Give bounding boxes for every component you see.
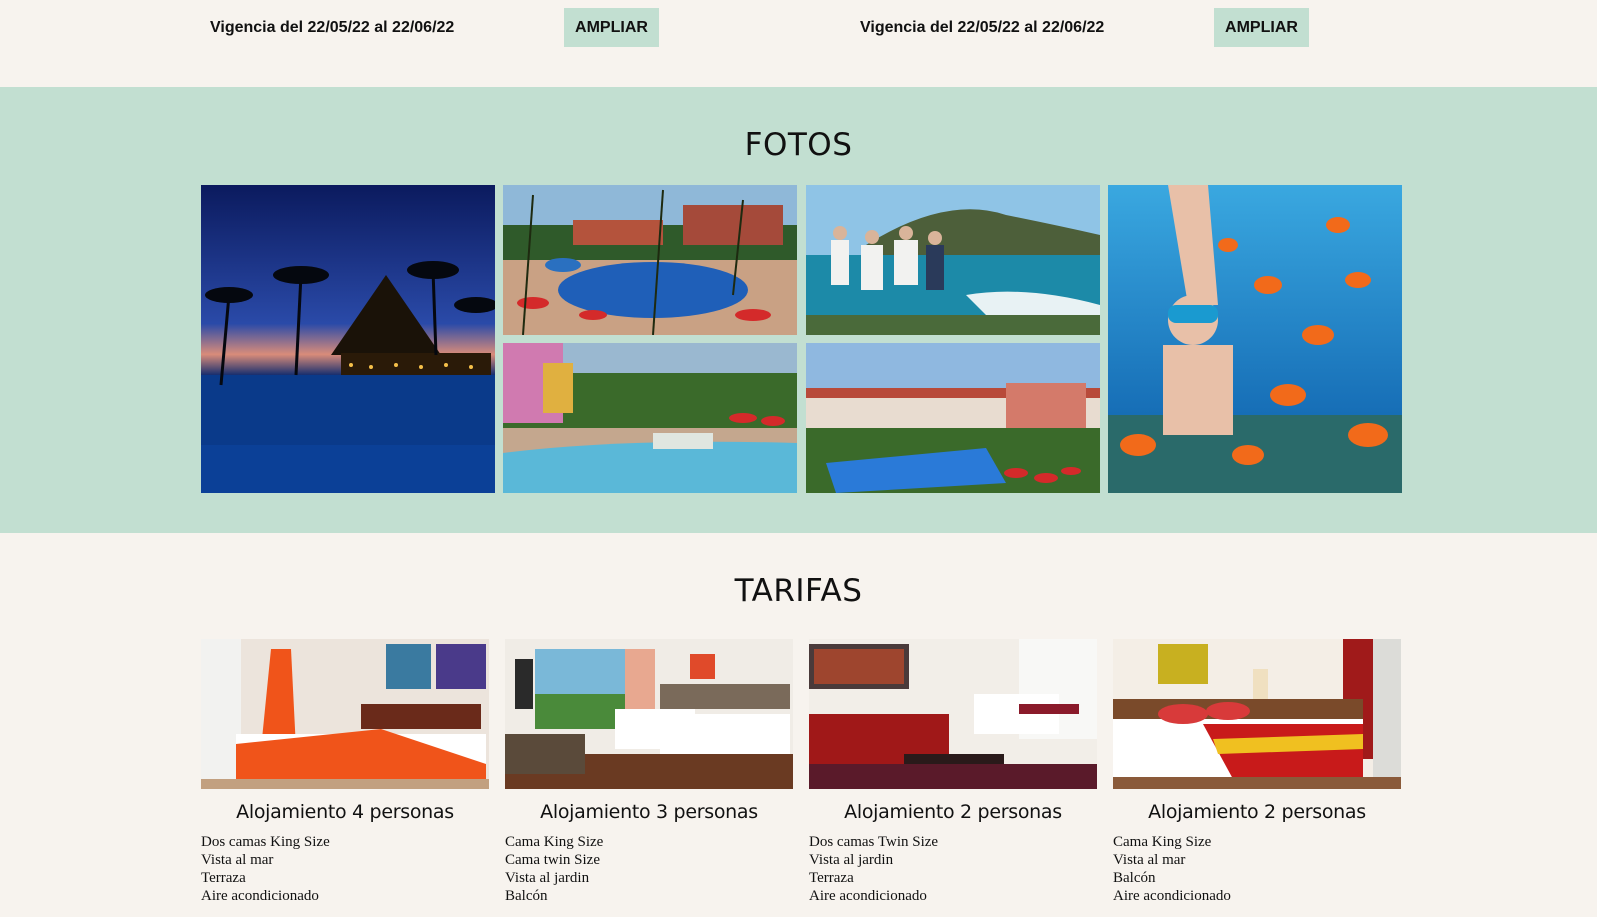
gallery-photo-resort-pool[interactable]	[503, 185, 797, 335]
room-feature: Vista al mar	[201, 852, 274, 868]
room-feature: Vista al jardin	[505, 870, 590, 886]
gallery-photo-garden-pool[interactable]	[503, 343, 797, 493]
room-name: Alojamiento 2 personas	[844, 801, 1062, 823]
room-feature: Aire acondicionado	[1113, 888, 1231, 904]
room-feature: Aire acondicionado	[201, 888, 319, 904]
promo-row: Vigencia del 22/05/22 al 22/06/22 AMPLIA…	[0, 0, 1597, 87]
room-feature: Balcón	[1113, 870, 1156, 886]
promo-item: Vigencia del 22/05/22 al 22/06/22 AMPLIA…	[860, 8, 1309, 47]
gallery-photo-beach-group[interactable]	[806, 185, 1100, 335]
room-name: Alojamiento 3 personas	[540, 801, 758, 823]
room-photo	[505, 639, 793, 789]
room-feature: Balcón	[505, 888, 548, 904]
ampliar-button[interactable]: AMPLIAR	[1214, 8, 1309, 47]
room-feature: Terraza	[809, 870, 854, 886]
room-feature: Terraza	[201, 870, 246, 886]
promo-item: Vigencia del 22/05/22 al 22/06/22 AMPLIA…	[210, 8, 659, 47]
room-card[interactable]: Alojamiento 2 personas Dos camas Twin Si…	[809, 639, 1097, 905]
room-photo	[809, 639, 1097, 789]
ampliar-button[interactable]: AMPLIAR	[564, 8, 659, 47]
gallery-photo-night-pool[interactable]	[201, 185, 495, 493]
room-name: Alojamiento 4 personas	[236, 801, 454, 823]
fotos-section: FOTOS	[0, 87, 1597, 533]
gallery-photo-hotel-aerial[interactable]	[806, 343, 1100, 493]
tarifas-section: TARIFAS Alojamiento 4 personas Dos camas…	[0, 533, 1597, 917]
room-card[interactable]: Alojamiento 3 personas Cama King Size Ca…	[505, 639, 793, 905]
promo-validity-text: Vigencia del 22/05/22 al 22/06/22	[210, 18, 455, 36]
tarifas-title: TARIFAS	[734, 573, 863, 609]
room-name: Alojamiento 2 personas	[1148, 801, 1366, 823]
room-card[interactable]: Alojamiento 4 personas Dos camas King Si…	[201, 639, 489, 905]
room-feature: Cama twin Size	[505, 852, 600, 868]
fotos-title: FOTOS	[744, 127, 853, 163]
room-feature: Cama King Size	[505, 834, 604, 850]
room-features: Cama King Size Cama twin Size Vista al j…	[505, 833, 793, 905]
room-feature: Dos camas Twin Size	[809, 834, 939, 850]
room-card[interactable]: Alojamiento 2 personas Cama King Size Vi…	[1113, 639, 1401, 905]
room-feature: Vista al mar	[1113, 852, 1186, 868]
room-features: Dos camas King Size Vista al mar Terraza…	[201, 833, 489, 905]
room-feature: Aire acondicionado	[809, 888, 927, 904]
room-feature: Cama King Size	[1113, 834, 1212, 850]
room-photo	[201, 639, 489, 789]
room-features: Dos camas Twin Size Vista al jardin Terr…	[809, 833, 1097, 905]
gallery-photo-snorkel[interactable]	[1108, 185, 1402, 493]
room-feature: Dos camas King Size	[201, 834, 330, 850]
promo-validity-text: Vigencia del 22/05/22 al 22/06/22	[860, 18, 1105, 36]
room-features: Cama King Size Vista al mar Balcón Aire …	[1113, 833, 1401, 905]
room-feature: Vista al jardin	[809, 852, 894, 868]
room-photo	[1113, 639, 1401, 789]
